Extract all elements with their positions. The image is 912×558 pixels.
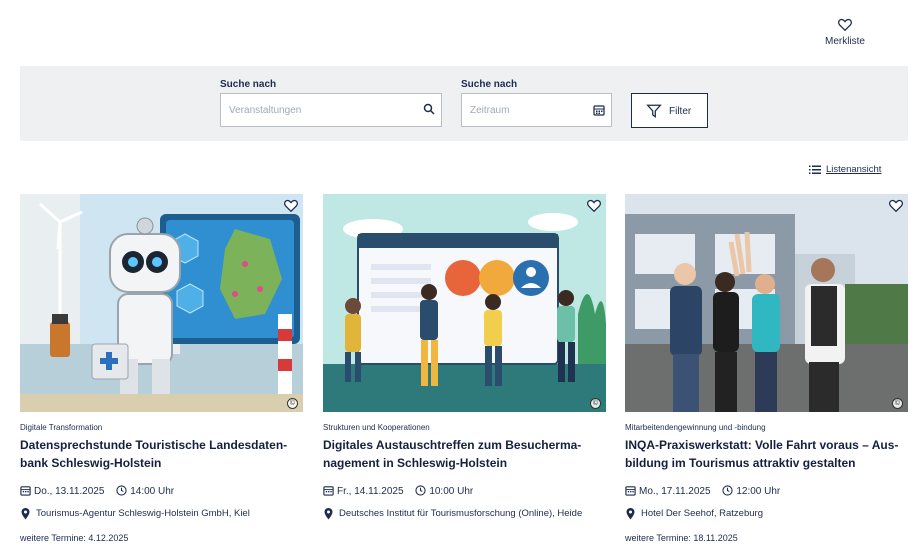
event-category: Mitarbeitendengewinnung und -bindung [625, 423, 766, 432]
event-date: Fr., 14.11.2025 [337, 486, 404, 497]
clock-icon [415, 485, 426, 496]
event-image [625, 194, 908, 412]
event-image [20, 194, 303, 412]
copyright-icon[interactable]: © [892, 398, 903, 409]
event-location-text: Tourismus-Agentur Schleswig-Holstein Gmb… [36, 508, 250, 519]
event-category: Strukturen und Kooperationen [323, 423, 430, 432]
calendar-icon [323, 486, 334, 496]
calendar-icon [20, 486, 31, 496]
top-bar: Merkliste [0, 0, 912, 66]
events-search-label: Suche nach [220, 79, 277, 90]
event-time: 12:00 Uhr [736, 486, 781, 497]
copyright-icon[interactable]: © [287, 398, 298, 409]
watchlist-label: Merkliste [824, 36, 865, 47]
map-pin-icon [324, 508, 333, 520]
filter-icon [646, 104, 662, 118]
heart-icon[interactable] [284, 199, 298, 212]
search-bar: Suche nach Suche nach Filter [20, 66, 908, 141]
period-search-input[interactable] [470, 94, 580, 126]
event-title[interactable]: Digitales Austauschtreffen zum Besucherm… [323, 436, 603, 472]
event-location: Hotel Der Seehof, Ratzeburg [625, 506, 895, 522]
event-image [323, 194, 606, 412]
event-location: Deutsches Institut für Tourismusforschun… [323, 506, 593, 522]
calendar-icon [625, 486, 636, 496]
copyright-icon[interactable]: © [590, 398, 601, 409]
events-search-field [220, 93, 442, 127]
event-category: Digitale Transformation [20, 423, 103, 432]
heart-icon [838, 18, 852, 31]
event-card[interactable]: © Digitale Transformation Datensprechstu… [20, 194, 303, 554]
event-date-time: Do., 13.11.2025 14:00 Uhr [20, 485, 174, 497]
filter-button-label: Filter [669, 106, 692, 117]
event-card[interactable]: © Strukturen und Kooperationen Digitales… [323, 194, 606, 554]
event-title[interactable]: INQA-Praxiswerkstatt: Volle Fahrt voraus… [625, 436, 905, 472]
heart-icon[interactable] [587, 199, 601, 212]
calendar-icon[interactable] [593, 104, 605, 116]
event-time: 14:00 Uhr [130, 486, 175, 497]
event-date: Do., 13.11.2025 [34, 486, 105, 497]
clock-icon [722, 485, 733, 496]
list-view-toggle[interactable]: Listenansicht [809, 164, 882, 175]
event-time: 10:00 Uhr [429, 486, 474, 497]
events-search-input[interactable] [229, 94, 399, 126]
event-more-dates: weitere Termine: 4.12.2025 [20, 533, 129, 543]
clock-icon [116, 485, 127, 496]
event-more-dates: weitere Termine: 18.11.2025 [625, 533, 738, 543]
search-icon[interactable] [423, 103, 435, 115]
event-date-time: Mo., 17.11.2025 12:00 Uhr [625, 485, 780, 497]
filter-button[interactable]: Filter [631, 93, 708, 128]
event-location-text: Deutsches Institut für Tourismusforschun… [339, 508, 583, 519]
heart-icon[interactable] [889, 199, 903, 212]
event-date: Mo., 17.11.2025 [639, 486, 711, 497]
event-title[interactable]: Datensprechstunde Touristische Landesdat… [20, 436, 300, 472]
event-date-time: Fr., 14.11.2025 10:00 Uhr [323, 485, 473, 497]
event-location-text: Hotel Der Seehof, Ratzeburg [641, 508, 763, 519]
map-pin-icon [21, 508, 30, 520]
map-pin-icon [626, 508, 635, 520]
period-search-label: Suche nach [461, 79, 518, 90]
event-location: Tourismus-Agentur Schleswig-Holstein Gmb… [20, 506, 290, 522]
watchlist-button[interactable]: Merkliste [810, 18, 880, 47]
list-icon [809, 165, 821, 174]
period-search-field [461, 93, 612, 127]
list-view-label: Listenansicht [826, 164, 882, 175]
event-card[interactable]: © Mitarbeitendengewinnung und -bindung I… [625, 194, 908, 554]
